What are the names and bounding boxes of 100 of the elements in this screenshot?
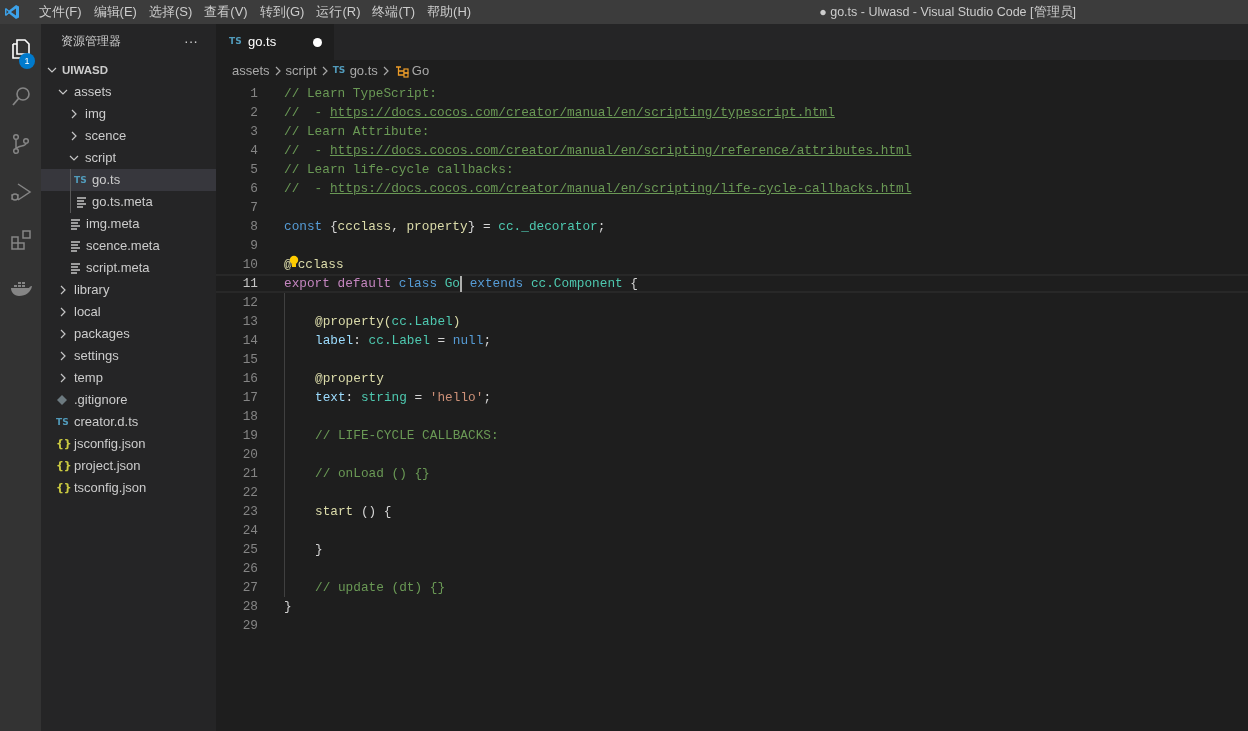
line-number: 26	[241, 560, 258, 578]
code-line: }	[284, 599, 292, 614]
link[interactable]: https://docs.cocos.com/creator/manual/en/scripting/typescript.html	[329, 105, 835, 120]
code-line: }	[315, 542, 323, 557]
line-number: 15	[241, 351, 258, 369]
menu-item[interactable]: 终端(T)	[366, 0, 422, 24]
link[interactable]: https://docs.cocos.com/creator/manual/en/scripting/reference/attributes.html	[329, 143, 912, 158]
menu-item[interactable]: 选择(S)	[142, 0, 199, 24]
line-number: 29	[241, 617, 258, 635]
line-number: 20	[241, 446, 258, 464]
notification-badge: 1	[19, 53, 35, 69]
tree-item[interactable]: {} project.json	[41, 455, 216, 477]
menu-item[interactable]: 查看(V)	[198, 0, 254, 24]
tree-item[interactable]: temp	[41, 367, 216, 389]
code-line: // Learn life-cycle callbacks:	[284, 162, 514, 177]
line-number: 9	[249, 237, 258, 255]
line-number: 2	[249, 104, 258, 122]
code-token: extends	[468, 276, 525, 292]
code-line: // Learn TypeScript:	[284, 86, 438, 101]
line-number: 3	[249, 123, 258, 141]
code-token: Go	[444, 276, 460, 292]
typescript-file-icon: TS	[332, 64, 349, 78]
link[interactable]: https://docs.cocos.com/creator/manual/en/scripting/life-cycle-callbacks.html	[329, 181, 912, 196]
tree-item[interactable]: script.meta	[41, 257, 216, 279]
tree-item[interactable]: TS creator.d.ts	[41, 411, 216, 433]
line-number: 23	[241, 503, 258, 521]
line-number: 7	[249, 199, 258, 217]
line-number: 1	[249, 85, 258, 103]
code-token: cclass	[297, 257, 344, 272]
breadcrumb-item[interactable]: assets	[232, 61, 270, 81]
json-file-icon: {}	[56, 433, 72, 455]
tree-item[interactable]: scence	[41, 125, 216, 147]
code-token: class	[398, 276, 439, 292]
vscode-logo-icon	[4, 4, 20, 20]
code-comment: // -	[284, 105, 324, 120]
line-number: 16	[241, 370, 258, 388]
line-number: 6	[249, 180, 258, 198]
breadcrumb-item[interactable]: go.ts	[349, 61, 378, 81]
menu-item[interactable]: 帮助(H)	[421, 0, 478, 24]
window-title: ● go.ts - Ulwasd - Visual Studio Code [管理员]	[819, 4, 1077, 21]
line-number: 13	[241, 313, 258, 331]
menu-item[interactable]: 文件(F)	[33, 0, 88, 24]
class-symbol-icon	[393, 64, 410, 78]
code-line: start () {	[315, 504, 392, 519]
typescript-file-icon: TS	[229, 35, 245, 49]
typescript-file-icon: TS	[56, 411, 72, 433]
line-number: 22	[241, 484, 258, 502]
tree-item[interactable]: .gitignore	[41, 389, 216, 411]
code-token: export default	[284, 276, 393, 292]
line-number: 18	[241, 408, 258, 426]
tree-item[interactable]: settings	[41, 345, 216, 367]
tree-item[interactable]: go.ts.meta	[41, 191, 216, 213]
menu-item[interactable]: 编辑(E)	[87, 0, 143, 24]
run-debug-icon[interactable]	[8, 180, 33, 204]
line-number: 21	[241, 465, 258, 483]
code-comment: // -	[284, 143, 324, 158]
extensions-icon[interactable]	[8, 228, 33, 252]
line-number: 8	[249, 218, 258, 236]
code-line: // LIFE-CYCLE CALLBACKS:	[315, 428, 499, 443]
code-line: // Learn Attribute:	[284, 124, 430, 139]
tree-item[interactable]: {} jsconfig.json	[41, 433, 216, 455]
line-number: 5	[249, 161, 258, 179]
tree-item[interactable]: local	[41, 301, 216, 323]
tree-item[interactable]: library	[41, 279, 216, 301]
folder-label[interactable]: UIWASD	[62, 59, 108, 81]
explorer-title: 资源管理器	[61, 33, 121, 49]
typescript-file-icon: TS	[74, 169, 90, 191]
line-number: 17	[241, 389, 258, 407]
code-line: @property	[315, 371, 384, 386]
code-token: {	[629, 276, 639, 292]
line-number: 24	[241, 522, 258, 540]
line-number: 10	[241, 256, 258, 274]
code-comment: // -	[284, 181, 324, 196]
code-line: text: string = 'hello';	[315, 390, 492, 405]
tree-item[interactable]: {} tsconfig.json	[41, 477, 216, 499]
breadcrumb-item[interactable]: script	[285, 61, 317, 81]
json-file-icon: {}	[56, 455, 72, 477]
line-number: 19	[241, 427, 258, 445]
code-line: label: cc.Label = null;	[315, 333, 492, 348]
line-number: 12	[241, 294, 258, 312]
tree-item[interactable]: img.meta	[41, 213, 216, 235]
tree-item[interactable]: img	[41, 103, 216, 125]
tree-item[interactable]: assets	[41, 81, 216, 103]
tree-item[interactable]: scence.meta	[41, 235, 216, 257]
code-line: // onLoad () {}	[315, 466, 430, 481]
tree-item[interactable]: script	[41, 147, 216, 169]
code-token: @	[284, 257, 292, 272]
tree-item[interactable]: TS go.ts	[41, 169, 216, 191]
more-actions-button[interactable]: ···	[184, 31, 198, 52]
line-number: 4	[249, 142, 258, 160]
tree-item[interactable]: packages	[41, 323, 216, 345]
editor-tab[interactable]: TS go.ts	[216, 24, 334, 60]
json-file-icon: {}	[56, 477, 72, 499]
line-number: 28	[241, 598, 258, 616]
line-number: 14	[241, 332, 258, 350]
line-number: 27	[241, 579, 258, 597]
breadcrumb-item[interactable]: Go	[411, 61, 430, 81]
code-line: const {ccclass, property} = cc._decorator;	[284, 219, 606, 234]
menu-item[interactable]: 转到(G)	[253, 0, 311, 24]
menu-item[interactable]: 运行(R)	[310, 0, 367, 24]
